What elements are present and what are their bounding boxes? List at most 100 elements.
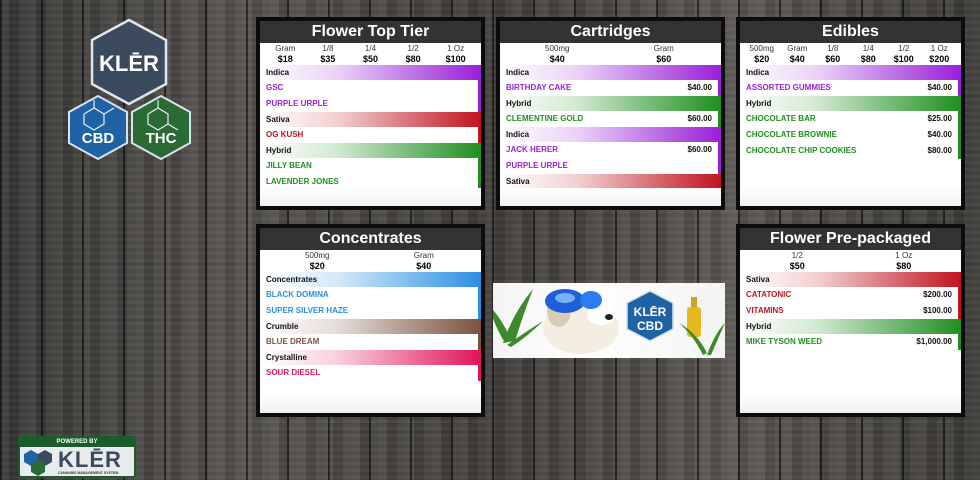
category-header: Indica [260,65,481,80]
menu-item-name: JILLY BEAN [266,161,312,170]
menu-item[interactable]: BIRTHDAY CAKE $40.00 [500,80,721,96]
kler-logo-text: KLĒR [99,51,159,76]
menu-item[interactable]: VITAMINS $100.00 [740,303,961,319]
menu-item-price: $1,000.00 [916,337,952,346]
price-size: 1 Oz [895,251,913,260]
menu-item-name: GSC [266,83,284,92]
price-size: Gram [787,44,808,53]
price-column: 500mg $20 [264,251,371,272]
price-header: 500mg $20 Gram $40 1/8 $60 1/4 $80 1/2 $100 1 Oz $2… [740,43,961,65]
panel-cartridges: Cartridges 500mg $40 Gram $60 Indica BIRTHDAY… [496,17,725,210]
price-header: Gram $18 1/8 $35 1/4 $50 1/2 $80 1 Oz $100 [260,43,481,65]
menu-item[interactable]: CLEMENTINE GOLD $60.00 [500,111,721,127]
price-value: $80 [860,54,876,64]
price-value: $60 [656,54,672,64]
menu-item[interactable]: BLUE DREAM [260,334,481,350]
price-column: 500mg $20 [744,44,780,65]
menu-item[interactable]: MIKE TYSON WEED $1,000.00 [740,334,961,350]
price-size: Gram [413,251,434,260]
panel-footer [740,395,961,413]
category-header: Sativa [260,112,481,127]
menu-item-name: VITAMINS [746,306,784,315]
price-column: 1 Oz $200 [922,44,958,65]
panel-body: 500mg $20 Gram $40 1/8 $60 1/4 $80 1/2 $100 1 Oz $2… [740,43,961,206]
menu-item-name: CHOCOLATE CHIP COOKIES [746,146,857,155]
menu-item[interactable]: SUPER SILVER HAZE [260,303,481,319]
menu-item-name: SOUR DIESEL [266,368,321,377]
promo-banner: KLĒR CBD [493,283,725,358]
menu-item[interactable]: CHOCOLATE BAR $25.00 [740,111,961,127]
price-column: 1 Oz $80 [851,251,958,272]
powered-by-hex-icon [24,450,52,476]
panel-concentrates: Concentrates 500mg $20 Gram $40 Concentrates… [256,224,485,417]
menu-item[interactable]: CATATONIC $200.00 [740,287,961,303]
panel-title: Flower Top Tier [260,21,481,43]
price-column: 1/8 $60 [815,44,851,65]
price-size: 1/2 [898,44,910,53]
panel-title: Concentrates [260,228,481,250]
category-header: Indica [740,65,961,80]
thc-hexagon [131,94,191,161]
price-column: 1/8 $35 [307,44,350,65]
price-size: Gram [653,44,674,53]
price-value: $18 [277,54,293,64]
panel-footer [500,188,721,206]
menu-item-name: JACK HERER [506,145,559,154]
price-value: $200 [929,54,950,64]
menu-item[interactable]: CHOCOLATE CHIP COOKIES $80.00 [740,143,961,159]
price-size: 1/2 [791,251,803,260]
menu-item[interactable]: ASSORTED GUMMIES $40.00 [740,80,961,96]
promo-cbd-text: CBD [637,319,663,333]
price-size: 1/4 [364,44,377,53]
panel-title: Edibles [740,21,961,43]
menu-item-name: PURPLE URPLE [266,99,328,108]
menu-item-price: $60.00 [687,114,712,123]
price-value: $40 [549,54,565,64]
category-header: Crystalline [260,350,481,365]
panel-footer [740,188,961,206]
promo-image: KLĒR CBD [493,289,725,355]
category-header: Indica [500,127,721,142]
price-size: 1 Oz [930,44,948,53]
menu-item[interactable]: OG KUSH [260,127,481,143]
price-column: 1/2 $100 [886,44,922,65]
category-header: Indica [500,65,721,80]
powered-by-brand: KLĒR [58,447,122,472]
cannabis-leaf-icon [493,289,543,347]
price-column: 1/2 $50 [744,251,851,272]
price-size: Gram [275,44,296,53]
menu-item[interactable]: PURPLE URPLE [260,96,481,112]
price-size: 500mg [545,44,570,53]
price-size: 1/4 [862,44,874,53]
menu-item[interactable]: GSC [260,80,481,96]
menu-item-name: CHOCOLATE BROWNIE [746,130,837,139]
menu-item-price: $40.00 [687,83,712,92]
price-value: $50 [362,54,378,64]
promo-brand-text: KLĒR [634,305,667,319]
menu-item-name: ASSORTED GUMMIES [746,83,831,92]
menu-item[interactable]: SOUR DIESEL [260,365,481,381]
category-header: Concentrates [260,272,481,287]
menu-item[interactable]: BLACK DOMINA [260,287,481,303]
menu-item[interactable]: JILLY BEAN [260,158,481,174]
menu-item-name: MIKE TYSON WEED [746,337,823,346]
category-header: Crumble [260,319,481,334]
menu-item-name: BIRTHDAY CAKE [506,83,572,92]
price-value: $40 [789,54,805,64]
menu-item-name: CATATONIC [746,290,792,299]
price-size: 500mg [749,44,774,53]
category-header: Hybrid [740,96,961,111]
price-column: 1 Oz $100 [434,44,477,65]
menu-item-price: $25.00 [927,114,952,123]
menu-item[interactable]: CHOCOLATE BROWNIE $40.00 [740,127,961,143]
menu-item-name: CHOCOLATE BAR [746,114,816,123]
price-column: 1/4 $50 [349,44,392,65]
menu-item[interactable]: JACK HERER $60.00 [500,142,721,158]
menu-item-name: PURPLE URPLE [506,161,568,170]
menu-item-name: BLUE DREAM [266,337,320,346]
panel-body: 1/2 $50 1 Oz $80 Sativa CATATONIC $200.00 VITAM… [740,250,961,413]
thc-logo-text: THC [146,130,177,147]
price-column: Gram $40 [371,251,478,272]
menu-item[interactable]: PURPLE URPLE [500,158,721,174]
cbd-logo-text: CBD [82,130,115,147]
